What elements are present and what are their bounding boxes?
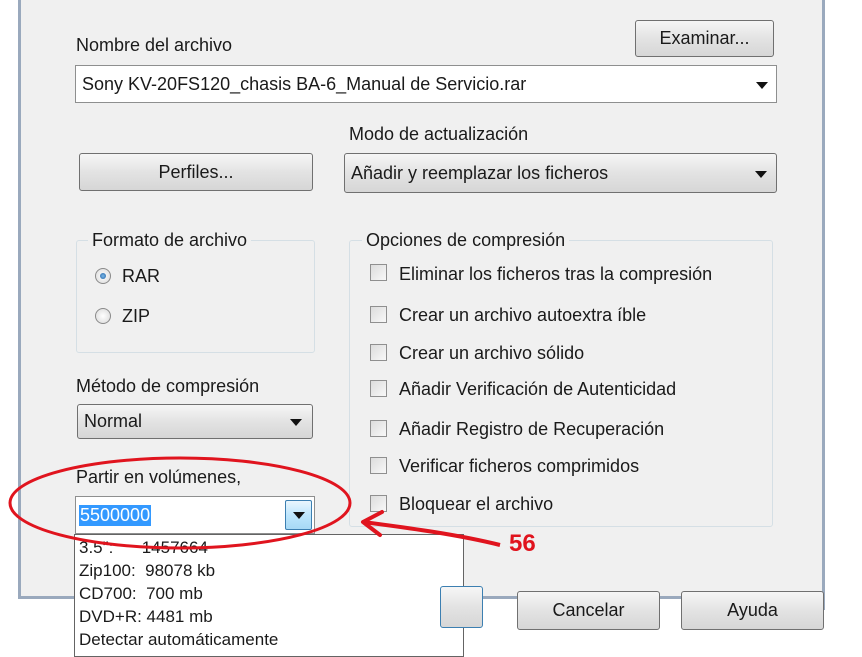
arrow-line [362,520,501,547]
annotation-number: 56 [509,530,536,557]
highlight-circle [8,456,352,550]
annotation-overlay [8,456,501,550]
